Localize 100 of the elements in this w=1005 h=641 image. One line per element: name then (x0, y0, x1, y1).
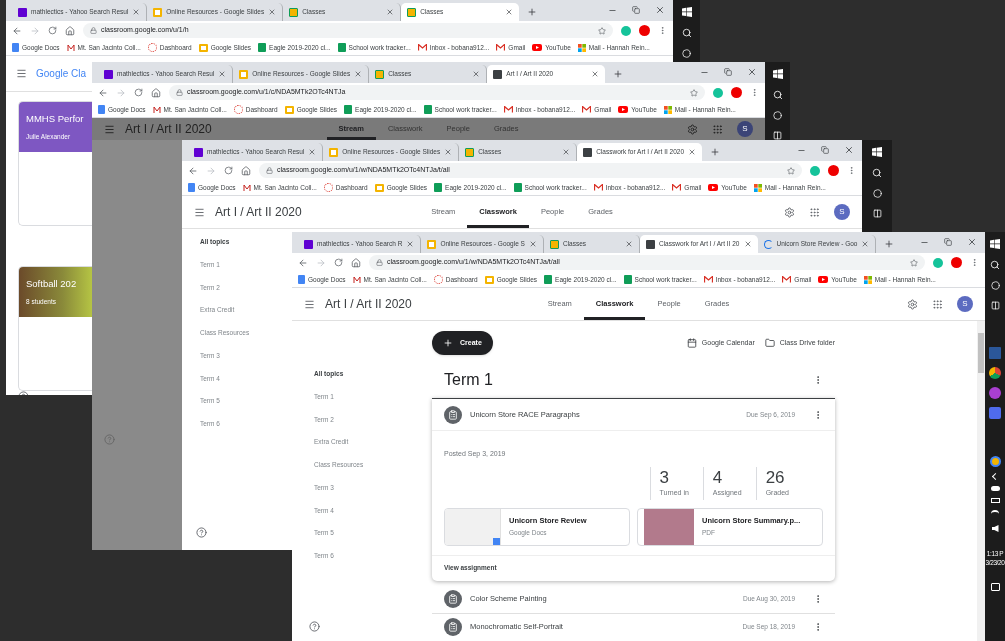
star-icon[interactable] (690, 88, 698, 97)
avatar[interactable]: S (834, 204, 850, 220)
windows-logo-icon[interactable] (772, 69, 783, 79)
app-icon[interactable] (989, 456, 1001, 467)
task-view-icon[interactable] (990, 301, 1000, 310)
windows-logo-icon[interactable] (681, 7, 692, 17)
menu-icon[interactable] (194, 206, 205, 218)
windows-logo-icon[interactable] (990, 239, 1000, 249)
restore-icon[interactable] (632, 6, 640, 14)
extension-icon[interactable] (810, 165, 820, 176)
settings-icon[interactable] (784, 206, 795, 218)
close-tab-icon[interactable] (354, 70, 363, 78)
close-window-icon[interactable] (967, 237, 977, 247)
search-icon[interactable] (872, 168, 882, 178)
search-icon[interactable] (990, 260, 1000, 270)
app-icon[interactable] (989, 367, 1001, 379)
star-icon[interactable] (598, 26, 606, 35)
extension-icon[interactable] (713, 87, 723, 98)
menu-icon[interactable] (104, 123, 115, 135)
close-tab-icon[interactable] (386, 8, 395, 16)
home-icon[interactable] (65, 25, 75, 36)
apps-icon[interactable] (712, 123, 723, 135)
windows-logo-icon[interactable] (872, 147, 882, 157)
avatar[interactable]: S (737, 121, 753, 137)
reload-icon[interactable] (224, 166, 233, 175)
close-tab-icon[interactable] (505, 8, 514, 16)
search-icon[interactable] (772, 90, 783, 100)
back-icon[interactable] (98, 87, 108, 98)
profile-icon[interactable] (639, 25, 650, 36)
assignment-icon (444, 405, 462, 424)
close-tab-icon[interactable] (624, 240, 633, 248)
close-tab-icon[interactable] (591, 70, 600, 78)
close-tab-icon[interactable] (308, 148, 317, 156)
circle-icon[interactable] (682, 49, 691, 58)
menu-icon[interactable] (847, 166, 856, 175)
close-tab-icon[interactable] (268, 8, 277, 16)
extension-icon[interactable] (621, 25, 631, 36)
favicon-icon (549, 239, 559, 249)
notifications-icon[interactable] (990, 583, 1000, 591)
scrollbar[interactable] (977, 321, 985, 641)
close-tab-icon[interactable] (406, 240, 415, 248)
menu-icon[interactable] (750, 88, 759, 97)
close-tab-icon[interactable] (743, 240, 752, 248)
menu-icon[interactable] (970, 258, 979, 267)
new-tab-icon[interactable] (710, 147, 721, 157)
speaker-icon[interactable] (991, 525, 999, 532)
restore-icon[interactable] (821, 146, 829, 154)
restore-icon[interactable] (944, 238, 952, 246)
apps-icon[interactable] (809, 206, 820, 218)
new-tab-icon[interactable] (884, 239, 895, 249)
circle-icon[interactable] (773, 111, 782, 120)
close-tab-icon[interactable] (472, 70, 481, 78)
restore-icon[interactable] (724, 68, 732, 76)
calendar-icon (686, 338, 697, 348)
close-window-icon[interactable] (655, 5, 665, 15)
reload-icon[interactable] (334, 258, 343, 267)
play-icon (818, 276, 829, 283)
stat-count[interactable]: 3 (659, 468, 689, 488)
profile-icon[interactable] (828, 165, 839, 176)
menu-icon[interactable] (658, 26, 667, 35)
back-icon[interactable] (188, 165, 198, 176)
home-icon[interactable] (151, 87, 161, 98)
back-icon[interactable] (298, 257, 308, 268)
close-tab-icon[interactable] (562, 148, 571, 156)
new-tab-icon[interactable] (613, 69, 624, 79)
close-tab-icon[interactable] (528, 240, 537, 248)
task-view-icon[interactable] (872, 209, 882, 218)
battery-icon[interactable] (990, 498, 1000, 503)
close-tab-icon[interactable] (688, 148, 697, 156)
star-icon[interactable] (787, 166, 795, 175)
back-icon[interactable] (12, 25, 22, 36)
task-view-icon[interactable] (773, 131, 782, 140)
star-icon[interactable] (910, 258, 918, 267)
reload-icon[interactable] (48, 26, 57, 35)
circle-icon[interactable] (872, 189, 882, 198)
avatar[interactable]: S (957, 296, 973, 312)
search-icon[interactable] (681, 28, 692, 38)
class-title[interactable]: MMHS Perfor (26, 112, 84, 127)
close-tab-icon[interactable] (861, 240, 870, 248)
menu-icon[interactable] (304, 298, 315, 310)
home-icon[interactable] (351, 257, 361, 268)
class-title[interactable]: Softball 202 (26, 277, 77, 292)
home-icon[interactable] (241, 165, 251, 176)
close-tab-icon[interactable] (218, 70, 227, 78)
new-tab-icon[interactable] (527, 7, 538, 17)
profile-icon[interactable] (731, 87, 742, 98)
reload-icon[interactable] (134, 88, 143, 97)
settings-icon[interactable] (687, 123, 698, 135)
extension-icon[interactable] (933, 257, 943, 268)
apps-icon[interactable] (932, 298, 943, 310)
close-window-icon[interactable] (844, 145, 854, 155)
close-window-icon[interactable] (747, 67, 757, 77)
profile-icon[interactable] (951, 257, 962, 268)
settings-icon[interactable] (907, 298, 918, 310)
close-tab-icon[interactable] (444, 148, 453, 156)
menu-icon[interactable] (16, 68, 27, 79)
stat-count[interactable]: 4 (712, 468, 742, 488)
stat-count[interactable]: 26 (765, 468, 789, 488)
circle-icon[interactable] (990, 281, 1000, 290)
close-tab-icon[interactable] (132, 8, 141, 16)
